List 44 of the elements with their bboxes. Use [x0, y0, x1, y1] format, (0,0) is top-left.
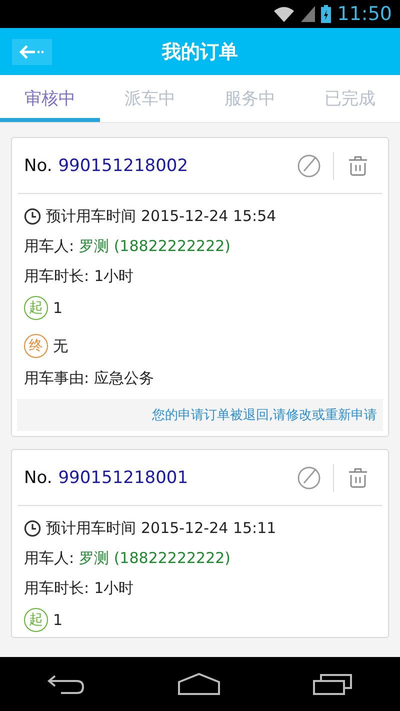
- status-tab[interactable]: 审核中: [0, 75, 100, 122]
- back-arrow-icon: [19, 44, 45, 58]
- start-location: 1: [53, 611, 63, 629]
- back-button[interactable]: [12, 38, 52, 64]
- scheduled-label: 预计用车时间: [46, 518, 136, 538]
- order-number-label: No.: [24, 468, 52, 488]
- end-location: 无: [53, 336, 68, 356]
- reason-label: 用车事由:: [24, 368, 90, 388]
- order-number: 990151218002: [58, 156, 190, 176]
- reason-value: 应急公务: [94, 368, 154, 388]
- trash-icon: [347, 466, 369, 488]
- battery-icon: [321, 5, 332, 23]
- pencil-circle-icon: [296, 464, 322, 490]
- order-number-label: No.: [24, 156, 52, 176]
- start-badge: 起: [24, 608, 48, 632]
- scheduled-label: 预计用车时间: [46, 206, 136, 226]
- page-title: 我的订单: [162, 40, 238, 64]
- passenger-value: 罗测 (18822222222): [79, 548, 231, 568]
- pencil-circle-icon: [296, 152, 322, 178]
- wifi-icon: [273, 6, 296, 22]
- scheduled-time: 2015-12-24 15:54: [141, 207, 276, 225]
- order-card[interactable]: No. 990151218002 预计用车时间 2015-12-24 15:54 用车人: 罗测 (18822222222) 用车时长: 1小时 起 1 终 无 用车事由: 应急公务 您的申请订单被退回,请修改或重新申请: [11, 137, 389, 437]
- start-location: 1: [53, 299, 63, 317]
- clock-icon: [24, 520, 41, 536]
- duration-value: 1小时: [94, 266, 134, 286]
- duration-label: 用车时长:: [24, 578, 90, 598]
- home-icon[interactable]: [178, 673, 220, 695]
- signal-icon: [301, 6, 316, 22]
- order-number: 990151218001: [58, 468, 190, 488]
- recent-apps-icon[interactable]: [313, 673, 354, 695]
- clock-icon: [24, 208, 41, 224]
- passenger-label: 用车人:: [24, 548, 74, 568]
- notice-text: 您的申请订单被退回,请修改或重新申请: [17, 399, 383, 431]
- scheduled-time: 2015-12-24 15:11: [141, 519, 276, 537]
- order-card[interactable]: No. 990151218001 预计用车时间 2015-12-24 15:11 用车人: 罗测 (18822222222) 用车时长: 1小时 起 1: [11, 449, 389, 638]
- passenger-label: 用车人:: [24, 236, 74, 256]
- start-badge: 起: [24, 296, 48, 320]
- duration-label: 用车时长:: [24, 266, 90, 286]
- passenger-value: 罗测 (18822222222): [79, 236, 231, 256]
- duration-value: 1小时: [94, 578, 134, 598]
- clock-time: 11:50: [337, 3, 392, 25]
- trash-icon: [347, 154, 369, 176]
- end-badge: 终: [24, 334, 48, 358]
- back-icon[interactable]: [46, 673, 85, 695]
